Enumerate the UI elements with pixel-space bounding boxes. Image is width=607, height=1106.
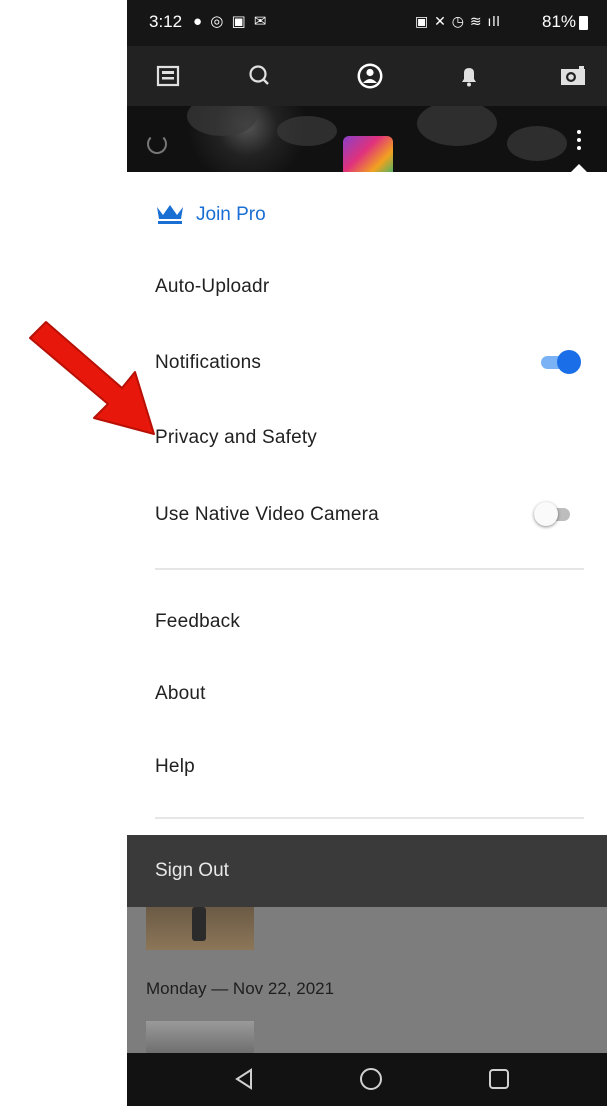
battery-percent: 81%: [542, 12, 577, 31]
recents-icon[interactable]: [487, 1067, 511, 1091]
back-icon[interactable]: [232, 1067, 256, 1091]
overflow-menu: Join Pro Auto-Uploadr Notifications Priv…: [127, 172, 607, 835]
auto-uploadr-item[interactable]: Auto-Uploadr: [155, 276, 269, 298]
top-nav: [127, 46, 607, 106]
profile-cover-photo: [127, 106, 607, 172]
sign-out-label: Sign Out: [155, 860, 229, 881]
status-system-icons: ▣ ✕ ◷ ≋ ıll: [415, 13, 501, 29]
camera-icon[interactable]: [555, 59, 591, 93]
native-video-camera-toggle[interactable]: [534, 501, 574, 527]
feed-photo-thumbnail[interactable]: [146, 907, 254, 950]
join-pro-label: Join Pro: [196, 204, 266, 225]
feed-icon[interactable]: [150, 59, 186, 93]
cover-petal: [507, 126, 567, 161]
feed-date-header: Monday — Nov 22, 2021: [146, 979, 335, 998]
feed-photo-thumbnail[interactable]: [146, 1021, 254, 1053]
notifications-item[interactable]: Notifications: [155, 352, 261, 374]
crown-icon: [157, 205, 183, 224]
about-item[interactable]: About: [155, 683, 206, 705]
notifications-toggle[interactable]: [541, 349, 581, 375]
battery-icon: [579, 16, 588, 30]
privacy-and-safety-item[interactable]: Privacy and Safety: [155, 427, 317, 449]
search-icon[interactable]: [241, 59, 277, 93]
sign-out-button[interactable]: Sign Out: [127, 835, 607, 907]
bell-icon[interactable]: [451, 59, 487, 93]
cover-petal: [187, 106, 257, 136]
use-native-video-camera-item[interactable]: Use Native Video Camera: [155, 504, 379, 526]
feedback-item[interactable]: Feedback: [155, 611, 240, 633]
menu-divider: [155, 817, 584, 819]
cover-petal: [277, 116, 337, 146]
status-bar: 3:12 ● ◎ ▣ ✉ ▣ ✕ ◷ ≋ ıll 81%: [127, 0, 607, 46]
more-options-icon[interactable]: [569, 130, 589, 158]
annotation-arrow-icon: [29, 321, 155, 435]
menu-divider: [155, 568, 584, 570]
app-screen: 3:12 ● ◎ ▣ ✉ ▣ ✕ ◷ ≋ ıll 81% Join Pro Au…: [127, 0, 607, 1106]
photo-feed: Monday — Nov 22, 2021: [127, 907, 607, 1053]
loading-spinner-icon: [147, 134, 167, 154]
toggle-knob: [557, 350, 581, 374]
cover-petal: [417, 106, 497, 146]
help-item[interactable]: Help: [155, 756, 195, 778]
profile-icon[interactable]: [352, 59, 388, 93]
photo-subject: [192, 907, 206, 941]
toggle-knob: [534, 502, 558, 526]
status-time: 3:12: [149, 12, 183, 31]
avatar: [343, 136, 393, 172]
home-icon[interactable]: [359, 1067, 383, 1091]
system-nav-bar: [127, 1053, 607, 1106]
status-notification-icons: ● ◎ ▣ ✉: [193, 13, 269, 30]
